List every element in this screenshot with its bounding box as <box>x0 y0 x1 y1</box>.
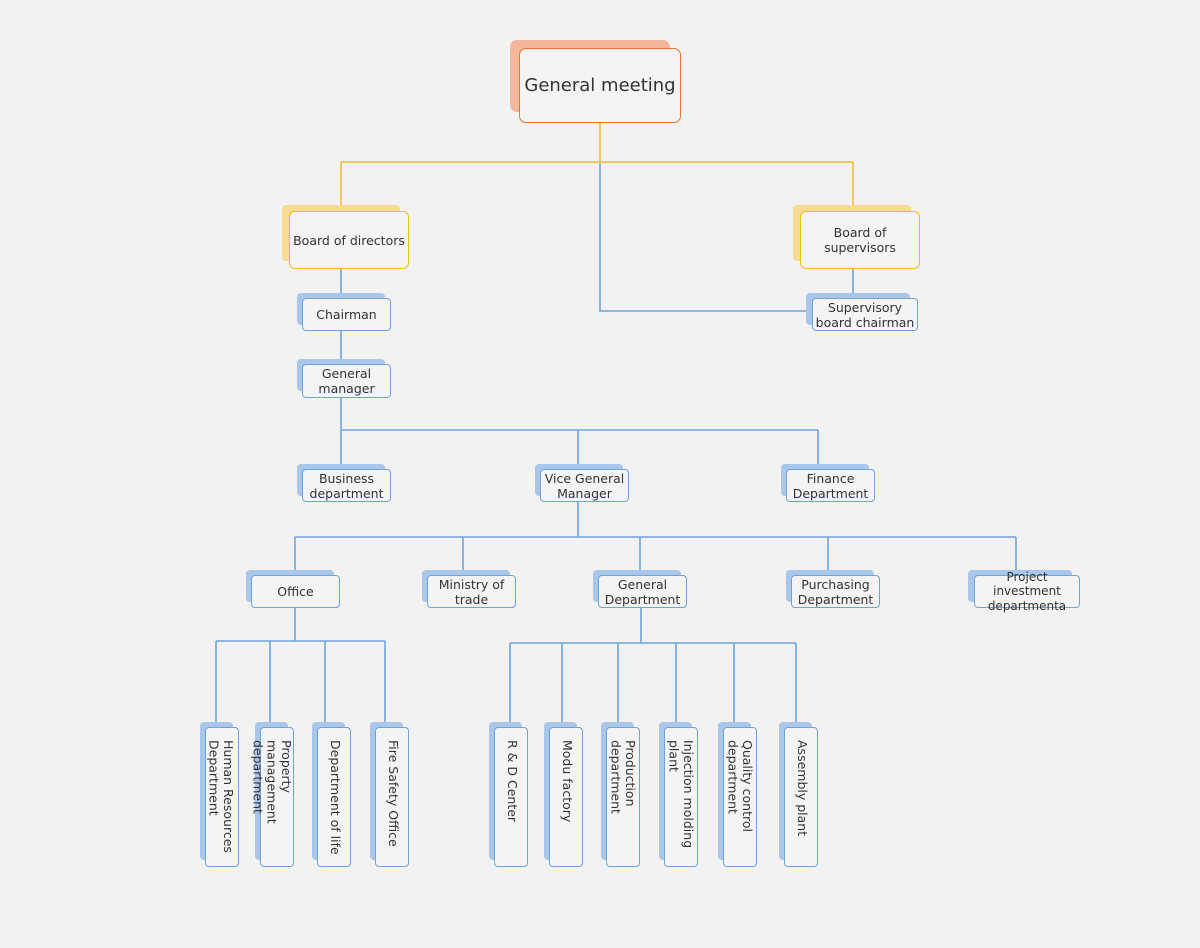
node-business-department[interactable]: Business department <box>297 464 392 503</box>
node-modu-factory[interactable]: Modu factory <box>544 722 584 868</box>
node-chairman[interactable]: Chairman <box>297 293 392 332</box>
node-supervisory-board-chairman[interactable]: Supervisory board chairman <box>806 293 919 332</box>
connector-office-to-children <box>215 608 386 724</box>
node-quality-control-department[interactable]: Quality control department <box>718 722 758 868</box>
node-label: R & D Center <box>494 727 528 867</box>
node-general-manager[interactable]: General manager <box>297 359 392 399</box>
node-finance-department[interactable]: Finance Department <box>781 464 876 503</box>
node-label: Office <box>251 575 340 608</box>
node-label: Modu factory <box>549 727 583 867</box>
node-label: Fire Safety Office <box>375 727 409 867</box>
node-label: General meeting <box>519 48 681 123</box>
node-human-resources-department[interactable]: Human Resources Department <box>200 722 240 868</box>
node-assembly-plant[interactable]: Assembly plant <box>779 722 819 868</box>
node-label: Supervisory board chairman <box>812 298 918 331</box>
connector-root-to-boards <box>340 122 854 207</box>
node-project-investment-department[interactable]: Project investment departmenta <box>968 570 1082 613</box>
node-department-of-life[interactable]: Department of life <box>312 722 352 868</box>
node-vice-general-manager[interactable]: Vice General Manager <box>535 464 630 503</box>
node-label: Human Resources Department <box>205 727 239 867</box>
node-label: Purchasing Department <box>791 575 880 608</box>
node-label: Property management department <box>250 727 294 867</box>
node-label: Assembly plant <box>784 727 818 867</box>
node-label: Board of supervisors <box>800 211 920 269</box>
connector-general-to-children <box>509 608 797 724</box>
node-label: Injection molding plant <box>664 727 698 867</box>
node-label: Quality control department <box>723 727 757 867</box>
node-label: Board of directors <box>289 211 409 269</box>
node-board-of-supervisors[interactable]: Board of supervisors <box>793 205 921 270</box>
node-fire-safety-office[interactable]: Fire Safety Office <box>370 722 410 868</box>
node-label: Chairman <box>302 298 391 331</box>
node-label: Production department <box>606 727 640 867</box>
connector-gm-to-level3 <box>340 397 819 466</box>
node-label: Business department <box>302 469 391 502</box>
node-general-meeting[interactable]: General meeting <box>510 40 682 124</box>
node-label: Ministry of trade <box>427 575 516 608</box>
node-rd-center[interactable]: R & D Center <box>489 722 529 868</box>
node-label: Vice General Manager <box>540 469 629 502</box>
node-ministry-of-trade[interactable]: Ministry of trade <box>422 570 517 609</box>
node-injection-molding-plant[interactable]: Injection molding plant <box>659 722 699 868</box>
node-label: Project investment departmenta <box>974 570 1080 613</box>
node-property-management-department[interactable]: Property management department <box>250 722 295 868</box>
node-purchasing-department[interactable]: Purchasing Department <box>786 570 881 609</box>
node-label: Finance Department <box>786 469 875 502</box>
node-production-department[interactable]: Production department <box>601 722 641 868</box>
node-label: Department of life <box>317 727 351 867</box>
connector-vgm-to-level4 <box>294 501 1017 573</box>
node-label: General manager <box>302 364 391 398</box>
node-board-of-directors[interactable]: Board of directors <box>282 205 410 270</box>
connector-root-to-supervisory-chairman <box>599 163 808 312</box>
node-label: General Department <box>598 575 687 608</box>
node-office[interactable]: Office <box>246 570 341 609</box>
node-general-department[interactable]: General Department <box>593 570 688 609</box>
